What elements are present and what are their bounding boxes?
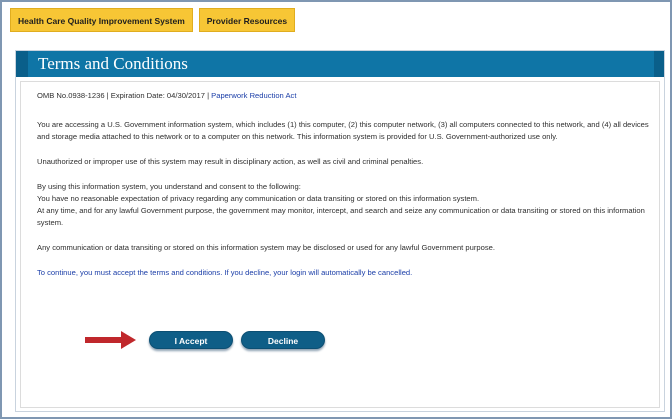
consent-intro: By using this information system, you un… (37, 182, 301, 191)
paperwork-reduction-act-link[interactable]: Paperwork Reduction Act (211, 91, 296, 100)
paragraph-access-text: You are accessing a U.S. Government info… (37, 120, 649, 141)
paragraph-disclosure: Any communication or data transiting or … (37, 242, 653, 254)
terms-panel: Terms and Conditions OMB No.0938-1236 | … (15, 50, 665, 412)
top-nav-tabs: Health Care Quality Improvement System P… (10, 8, 296, 32)
arrow-right-icon (85, 331, 136, 349)
panel-header: Terms and Conditions (16, 51, 664, 77)
paragraph-consent: By using this information system, you un… (37, 181, 653, 229)
consent-privacy: You have no reasonable expectation of pr… (37, 194, 480, 203)
action-bar: I Accept Decline (85, 330, 333, 350)
decline-button[interactable]: Decline (241, 331, 325, 349)
continue-notice: To continue, you must accept the terms a… (37, 268, 413, 277)
header-accent (654, 51, 664, 77)
omb-separator-2: | (207, 91, 210, 100)
accept-button[interactable]: I Accept (149, 331, 233, 349)
consent-monitoring: At any time, and for any lawful Governme… (37, 206, 645, 227)
paragraph-continue: To continue, you must accept the terms a… (37, 267, 653, 279)
paragraph-unauthorized-text: Unauthorized or improper use of this sys… (37, 157, 424, 166)
omb-separator: | (106, 91, 109, 100)
omb-number: OMB No.0938-1236 (37, 91, 105, 100)
paragraph-access: You are accessing a U.S. Government info… (37, 119, 653, 143)
omb-line: OMB No.0938-1236 | Expiration Date: 04/3… (37, 90, 653, 102)
tab-provider-resources[interactable]: Provider Resources (198, 8, 296, 32)
panel-title: Terms and Conditions (38, 54, 188, 73)
paragraph-disclosure-text: Any communication or data transiting or … (37, 243, 495, 252)
omb-expiration: Expiration Date: 04/30/2017 (110, 91, 205, 100)
paragraph-unauthorized: Unauthorized or improper use of this sys… (37, 156, 653, 168)
tab-health-care-quality-improvement-system[interactable]: Health Care Quality Improvement System (10, 8, 193, 32)
terms-content: OMB No.0938-1236 | Expiration Date: 04/3… (20, 81, 660, 408)
